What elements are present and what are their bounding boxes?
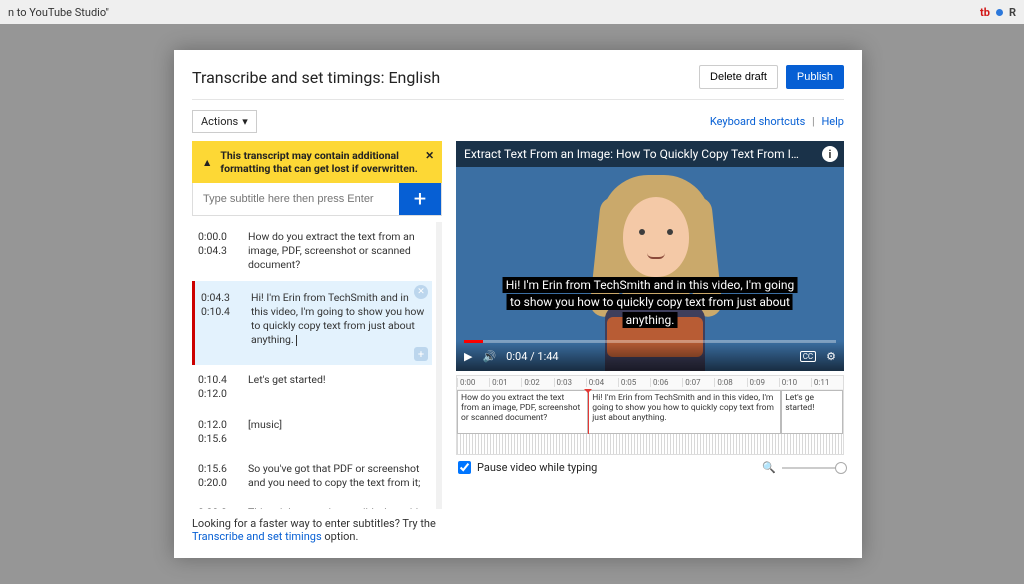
video-player[interactable]: Extract Text From an Image: How To Quick…	[456, 141, 844, 371]
delete-draft-button[interactable]: Delete draft	[699, 65, 778, 89]
caption-time: 0:10.40:12.0	[198, 373, 236, 401]
actions-label: Actions	[201, 115, 238, 128]
time-display: 0:04 / 1:44	[506, 350, 558, 363]
footer-hint: Looking for a faster way to enter subtit…	[192, 509, 442, 543]
timeline-blocks[interactable]: How do you extract the text from an imag…	[457, 390, 843, 434]
video-panel: Extract Text From an Image: How To Quick…	[456, 141, 844, 543]
timeline-footer: Pause video while typing 🔍	[456, 455, 844, 480]
video-controls: ▶ 🔊 0:04 / 1:44 CC ⚙	[456, 341, 844, 371]
transcript-panel: ▲ This transcript may contain additional…	[192, 141, 442, 543]
pause-checkbox[interactable]	[458, 461, 471, 474]
volume-icon[interactable]: 🔊	[482, 350, 496, 363]
close-icon[interactable]: ✕	[425, 149, 434, 162]
caption-text: How do you extract the text from an imag…	[248, 230, 426, 273]
keyboard-shortcuts-link[interactable]: Keyboard shortcuts	[710, 115, 805, 128]
ruler-tick: 0:08	[714, 378, 746, 387]
insert-caption-icon[interactable]: +	[414, 347, 428, 361]
caption-overlay: Hi! I'm Erin from TechSmith and in this …	[472, 277, 829, 329]
pause-label: Pause video while typing	[477, 461, 597, 474]
ruler-tick: 0:02	[521, 378, 553, 387]
pause-while-typing[interactable]: Pause video while typing	[458, 461, 597, 474]
timeline-caption-block[interactable]: How do you extract the text from an imag…	[457, 390, 588, 434]
caption-list[interactable]: 0:00.00:04.3 How do you extract the text …	[192, 222, 442, 509]
ruler-tick: 0:11	[811, 378, 843, 387]
ruler-tick: 0:00	[457, 378, 489, 387]
ruler-tick: 0:09	[747, 378, 779, 387]
page-title: Transcribe and set timings: English	[192, 68, 440, 87]
modal-backdrop: n to YouTube Studio" tb R Transcribe and…	[0, 0, 1024, 584]
timeline-caption-block[interactable]: Hi! I'm Erin from TechSmith and in this …	[588, 390, 781, 434]
info-icon[interactable]: i	[822, 146, 838, 162]
footer-pre: Looking for a faster way to enter subtit…	[192, 517, 436, 530]
waveform	[457, 434, 843, 454]
publish-button[interactable]: Publish	[786, 65, 844, 89]
caption-row[interactable]: 0:12.00:15.6 [music]	[192, 410, 432, 454]
status-dot	[996, 9, 1003, 16]
caption-text[interactable]: Hi! I'm Erin from TechSmith and in this …	[251, 291, 426, 348]
chevron-down-icon: ▾	[242, 115, 248, 128]
video-title: Extract Text From an Image: How To Quick…	[456, 141, 844, 167]
play-icon[interactable]: ▶	[464, 350, 472, 363]
caption-row[interactable]: ✕ +0:04.30:10.4 Hi! I'm Erin from TechSmit…	[192, 281, 432, 366]
timeline-caption-block[interactable]: Let's ge started!	[781, 390, 843, 434]
caption-row[interactable]: 0:20.00:24.2This might seem impossible, …	[192, 498, 432, 509]
caption-row[interactable]: 0:10.40:12.0 Let's get started!	[192, 365, 432, 409]
warning-icon: ▲	[202, 156, 212, 169]
caption-text: Let's get started!	[248, 373, 426, 401]
zoom-slider[interactable]	[782, 467, 842, 469]
playhead[interactable]	[588, 390, 589, 434]
caption-time: 0:00.00:04.3	[198, 230, 236, 273]
toolbar: Actions ▾ Keyboard shortcuts | Help	[192, 100, 844, 141]
topbar-r[interactable]: R	[1009, 6, 1016, 19]
modal-header: Transcribe and set timings: English Dele…	[192, 65, 844, 100]
ruler-tick: 0:10	[779, 378, 811, 387]
delete-caption-icon[interactable]: ✕	[414, 285, 428, 299]
footer-post: option.	[322, 530, 359, 543]
transcribe-link[interactable]: Transcribe and set timings	[192, 530, 322, 543]
settings-icon[interactable]: ⚙	[826, 350, 836, 363]
ruler-tick: 0:06	[650, 378, 682, 387]
caption-text: [music]	[248, 418, 426, 446]
ruler-tick: 0:07	[682, 378, 714, 387]
caption-text: So you've got that PDF or screenshot and…	[248, 462, 426, 490]
actions-dropdown[interactable]: Actions ▾	[192, 110, 257, 133]
caption-time: 0:12.00:15.6	[198, 418, 236, 446]
add-subtitle-button[interactable]: +	[399, 183, 441, 215]
caption-time: 0:15.60:20.0	[198, 462, 236, 490]
subtitle-input[interactable]	[193, 183, 399, 215]
ruler-tick: 0:05	[618, 378, 650, 387]
window-topbar: n to YouTube Studio" tb R	[0, 0, 1024, 24]
subtitle-editor-modal: Transcribe and set timings: English Dele…	[174, 50, 862, 558]
zoom-control[interactable]: 🔍	[762, 461, 842, 474]
timeline[interactable]: 0:000:010:020:030:040:050:060:070:080:09…	[456, 375, 844, 455]
warning-banner: ▲ This transcript may contain additional…	[192, 141, 442, 183]
tubebuddy-icon[interactable]: tb	[980, 6, 990, 19]
ruler-tick: 0:01	[489, 378, 521, 387]
ruler-tick: 0:03	[554, 378, 586, 387]
caption-row[interactable]: 0:00.00:04.3 How do you extract the text …	[192, 222, 432, 281]
search-icon: 🔍	[762, 461, 776, 474]
help-link[interactable]: Help	[821, 115, 844, 128]
back-to-studio[interactable]: n to YouTube Studio"	[8, 6, 109, 19]
separator: |	[812, 115, 815, 128]
timeline-ruler: 0:000:010:020:030:040:050:060:070:080:09…	[457, 376, 843, 390]
cc-icon[interactable]: CC	[800, 351, 816, 362]
ruler-tick: 0:04	[586, 378, 618, 387]
caption-time: 0:04.30:10.4	[201, 291, 239, 348]
warning-text: This transcript may contain additional f…	[220, 149, 432, 175]
caption-row[interactable]: 0:15.60:20.0 So you've got that PDF or sc…	[192, 454, 432, 498]
